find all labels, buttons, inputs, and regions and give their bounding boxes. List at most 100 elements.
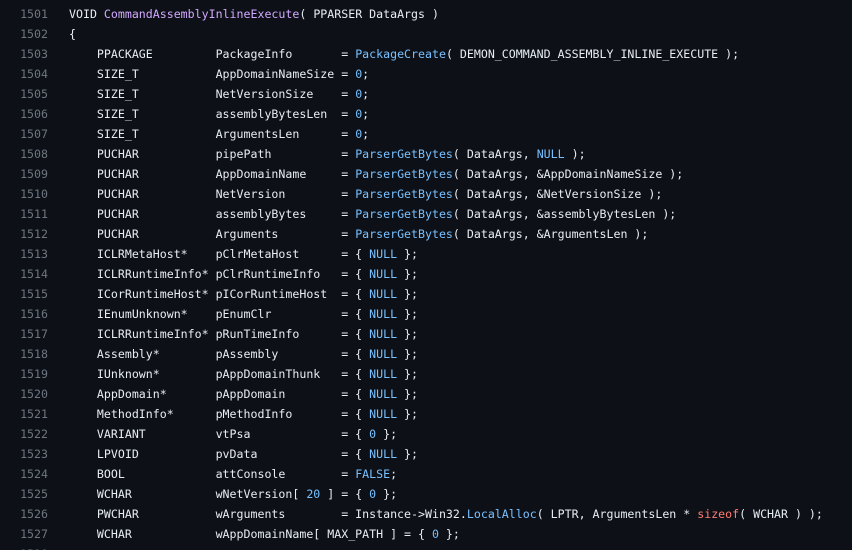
code-token: NULL — [369, 267, 398, 281]
code-line: 1518 Assembly* pAssembly = { NULL }; — [0, 344, 852, 364]
line-number[interactable]: 1520 — [0, 384, 48, 404]
code-token: BOOL attConsole = — [69, 467, 356, 481]
code-text: WCHAR wNetVersion[ 20 ] = { 0 }; — [69, 484, 397, 504]
line-number[interactable]: 1521 — [0, 404, 48, 424]
code-line: 1519 IUnknown* pAppDomainThunk = { NULL … — [0, 364, 852, 384]
code-token: PUCHAR assemblyBytes = — [69, 207, 356, 221]
code-token: ( DEMON_COMMAND_ASSEMBLY_INLINE_EXECUTE … — [445, 47, 740, 61]
line-number[interactable]: 1508 — [0, 144, 48, 164]
code-token: { — [69, 27, 76, 41]
code-token: NULL — [369, 447, 398, 461]
code-text: SIZE_T assemblyBytesLen = 0; — [69, 104, 369, 124]
code-token: }; — [397, 407, 419, 421]
code-token: VOID — [69, 7, 104, 21]
code-token: PPACKAGE PackageInfo = — [69, 47, 356, 61]
code-text: IEnumUnknown* pEnumClr = { NULL }; — [69, 304, 418, 324]
code-token: SIZE_T AppDomainNameSize = — [69, 67, 356, 81]
code-line: 1524 BOOL attConsole = FALSE; — [0, 464, 852, 484]
line-number[interactable]: 1502 — [0, 24, 48, 44]
code-text: ICLRMetaHost* pClrMetaHost = { NULL }; — [69, 244, 418, 264]
code-text: VARIANT vtPsa = { 0 }; — [69, 424, 397, 444]
code-token: NULL — [369, 287, 398, 301]
code-token: FALSE — [355, 467, 391, 481]
code-token: PUCHAR AppDomainName = — [69, 167, 356, 181]
line-number[interactable]: 1514 — [0, 264, 48, 284]
code-text: AppDomain* pAppDomain = { NULL }; — [69, 384, 418, 404]
code-line: 1516 IEnumUnknown* pEnumClr = { NULL }; — [0, 304, 852, 324]
code-token: NULL — [369, 387, 398, 401]
code-text: PWCHAR wArguments = Instance->Win32.Loca… — [69, 504, 823, 524]
code-text: PUCHAR pipePath = ParserGetBytes( DataAr… — [69, 144, 586, 164]
code-text: PUCHAR assemblyBytes = ParserGetBytes( D… — [69, 204, 676, 224]
code-token: Assembly* pAssembly = { — [69, 347, 370, 361]
line-number[interactable]: 1516 — [0, 304, 48, 324]
code-token: }; — [397, 307, 419, 321]
line-number[interactable]: 1501 — [0, 4, 48, 24]
code-token: NULL — [369, 247, 398, 261]
code-line: 1508 PUCHAR pipePath = ParserGetBytes( D… — [0, 144, 852, 164]
code-text: PUCHAR NetVersion = ParserGetBytes( Data… — [69, 184, 662, 204]
code-token: }; — [438, 527, 460, 541]
line-number[interactable]: 1507 — [0, 124, 48, 144]
code-token: PackageCreate — [355, 47, 446, 61]
code-token: WCHAR wNetVersion[ — [69, 487, 307, 501]
line-number[interactable]: 1510 — [0, 184, 48, 204]
code-token: sizeof — [697, 507, 740, 521]
code-token: ( DataArgs, &AppDomainNameSize ); — [452, 167, 684, 181]
code-token: ; — [390, 467, 398, 481]
code-line: 1525 WCHAR wNetVersion[ 20 ] = { 0 }; — [0, 484, 852, 504]
line-number[interactable]: 1509 — [0, 164, 48, 184]
code-line: 1517 ICLRRuntimeInfo* pRunTimeInfo = { N… — [0, 324, 852, 344]
line-number[interactable]: 1523 — [0, 444, 48, 464]
code-token: SIZE_T NetVersionSize = — [69, 87, 356, 101]
code-token: PUCHAR pipePath = — [69, 147, 356, 161]
code-token: ICorRuntimeHost* pICorRuntimeHost = { — [69, 287, 370, 301]
line-number[interactable]: 1517 — [0, 324, 48, 344]
code-token: }; — [397, 387, 419, 401]
line-number[interactable]: 1524 — [0, 464, 48, 484]
code-text: MethodInfo* pMethodInfo = { NULL }; — [69, 404, 418, 424]
line-number[interactable]: 1528 — [0, 544, 48, 550]
code-line: 1504 SIZE_T AppDomainNameSize = 0; — [0, 64, 852, 84]
line-number[interactable]: 1519 — [0, 364, 48, 384]
line-number[interactable]: 1512 — [0, 224, 48, 244]
code-token: VARIANT vtPsa = { — [69, 427, 370, 441]
code-text: WCHAR wAppDomainName[ MAX_PATH ] = { 0 }… — [69, 524, 460, 544]
line-number[interactable]: 1522 — [0, 424, 48, 444]
code-token: WCHAR wAppDomainName[ MAX_PATH ] = { — [69, 527, 432, 541]
code-token: LocalAlloc — [466, 507, 537, 521]
code-token: ICLRRuntimeInfo* pRunTimeInfo = { — [69, 327, 370, 341]
line-number[interactable]: 1515 — [0, 284, 48, 304]
line-number[interactable]: 1505 — [0, 84, 48, 104]
line-number[interactable]: 1503 — [0, 44, 48, 64]
code-token: ( DataArgs, &assemblyBytesLen ); — [452, 207, 677, 221]
code-token: SIZE_T assemblyBytesLen = — [69, 107, 356, 121]
code-token: NULL — [369, 327, 398, 341]
code-token: IEnumUnknown* pEnumClr = { — [69, 307, 370, 321]
code-token: ; — [362, 107, 370, 121]
line-number[interactable]: 1527 — [0, 524, 48, 544]
code-token: }; — [397, 287, 419, 301]
code-text: PUCHAR Arguments = ParserGetBytes( DataA… — [69, 224, 648, 244]
line-number[interactable]: 1525 — [0, 484, 48, 504]
code-token: NULL — [369, 307, 398, 321]
code-token: NULL — [369, 407, 398, 421]
code-token: NULL — [369, 347, 398, 361]
line-number[interactable]: 1504 — [0, 64, 48, 84]
line-number[interactable]: 1526 — [0, 504, 48, 524]
code-line: 1502 { — [0, 24, 852, 44]
line-number[interactable]: 1513 — [0, 244, 48, 264]
code-line: 1506 SIZE_T assemblyBytesLen = 0; — [0, 104, 852, 124]
code-viewer: 1501 VOID CommandAssemblyInlineExecute( P… — [0, 0, 852, 550]
line-number[interactable]: 1511 — [0, 204, 48, 224]
code-token: ParserGetBytes — [355, 227, 453, 241]
code-token: CommandAssemblyInlineExecute — [103, 7, 300, 21]
code-token: ( WCHAR ) ); — [739, 507, 823, 521]
line-number[interactable]: 1506 — [0, 104, 48, 124]
code-text: { — [69, 24, 76, 44]
code-line: 1520 AppDomain* pAppDomain = { NULL }; — [0, 384, 852, 404]
line-number[interactable]: 1518 — [0, 344, 48, 364]
code-token: PWCHAR wArguments = Instance->Win32. — [69, 507, 467, 521]
code-token: ParserGetBytes — [355, 187, 453, 201]
code-line: 1511 PUCHAR assemblyBytes = ParserGetByt… — [0, 204, 852, 224]
